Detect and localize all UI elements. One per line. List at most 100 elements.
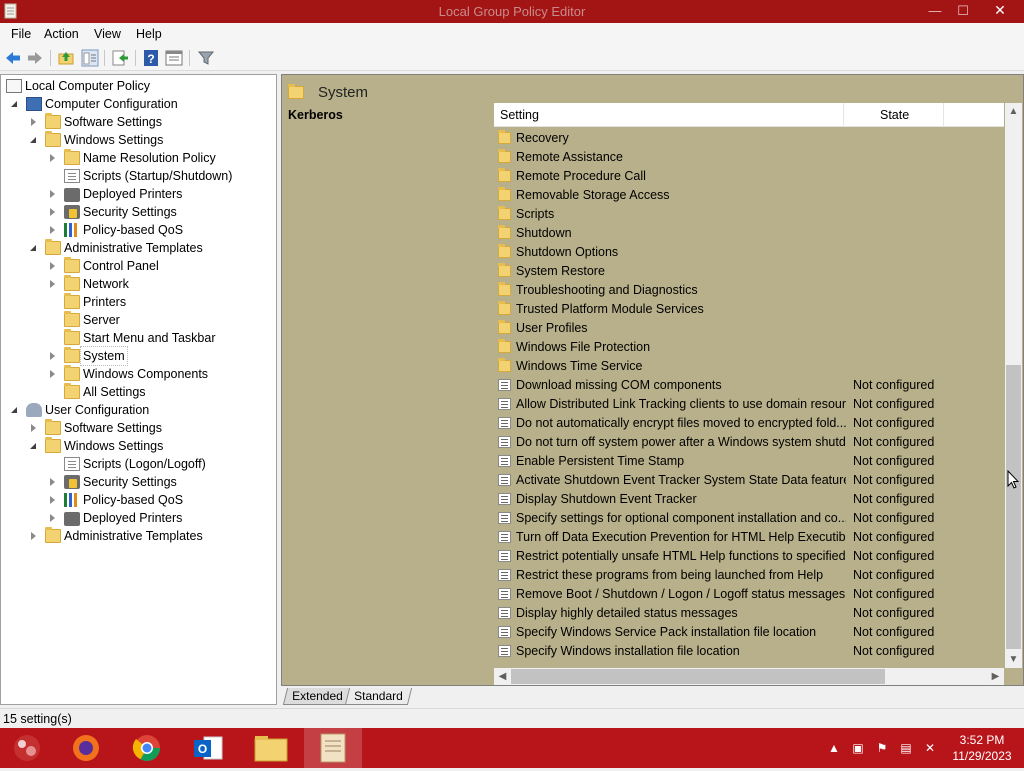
tree-node-user-administrative-templates[interactable]: Administrative Templates [29, 527, 203, 545]
menu-file[interactable]: File [11, 27, 31, 41]
tree-node-software-settings[interactable]: Software Settings [29, 113, 162, 131]
column-header-state[interactable]: State [880, 108, 909, 122]
tree-node-control-panel[interactable]: Control Panel [48, 257, 159, 275]
tray-device-icon[interactable]: ▤ [898, 740, 914, 756]
tree-node-user-policy-based-qos[interactable]: Policy-based QoS [48, 491, 183, 509]
collapsed-arrow-icon[interactable] [48, 369, 58, 379]
folder-row[interactable]: Windows Time Service [494, 357, 1004, 376]
scroll-left-arrow-icon[interactable]: ◀ [494, 668, 511, 685]
folder-row[interactable]: Shutdown Options [494, 243, 1004, 262]
up-folder-icon[interactable] [57, 49, 75, 67]
tree-node-user-deployed-printers[interactable]: Deployed Printers [48, 509, 182, 527]
tree-node-scripts-logon-logoff[interactable]: Scripts (Logon/Logoff) [48, 455, 206, 473]
tree-node-server[interactable]: Server [48, 311, 120, 329]
clock[interactable]: 3:52 PM 11/29/2023 [944, 732, 1020, 764]
collapsed-arrow-icon[interactable] [29, 531, 39, 541]
collapsed-arrow-icon[interactable] [48, 153, 58, 163]
horizontal-scroll-thumb[interactable] [511, 669, 885, 684]
chrome-icon[interactable] [118, 728, 176, 768]
vertical-scroll-thumb[interactable] [1006, 365, 1021, 649]
tree-node-deployed-printers[interactable]: Deployed Printers [48, 185, 182, 203]
expanded-arrow-icon[interactable] [29, 243, 39, 253]
collapsed-arrow-icon[interactable] [48, 261, 58, 271]
collapsed-arrow-icon[interactable] [48, 207, 58, 217]
setting-row[interactable]: Allow Distributed Link Tracking clients … [494, 395, 1004, 414]
firefox-icon[interactable] [58, 728, 116, 768]
properties-icon[interactable] [165, 49, 183, 67]
tree-node-printers[interactable]: Printers [48, 293, 126, 311]
tree-node-security-settings[interactable]: Security Settings [48, 203, 177, 221]
collapsed-arrow-icon[interactable] [48, 279, 58, 289]
folder-row[interactable]: Shutdown [494, 224, 1004, 243]
scroll-right-arrow-icon[interactable]: ▶ [987, 668, 1004, 685]
tree-node-windows-components[interactable]: Windows Components [48, 365, 208, 383]
tree-node-policy-based-qos[interactable]: Policy-based QoS [48, 221, 183, 239]
collapsed-arrow-icon[interactable] [29, 423, 39, 433]
setting-row[interactable]: Display highly detailed status messages N… [494, 604, 1004, 623]
folder-row[interactable]: System Restore [494, 262, 1004, 281]
tree-node-scripts-startup-shutdown[interactable]: Scripts (Startup/Shutdown) [48, 167, 232, 185]
folder-row[interactable]: Remote Assistance [494, 148, 1004, 167]
vertical-scrollbar[interactable]: ▲ ▼ [1005, 103, 1022, 668]
group-policy-editor-icon[interactable] [304, 728, 362, 768]
outlook-icon[interactable]: O [180, 728, 238, 768]
filter-icon[interactable] [197, 49, 215, 67]
column-divider[interactable] [943, 103, 944, 127]
close-button[interactable]: ✕ [976, 0, 1024, 21]
maximize-button[interactable]: ☐ [950, 0, 976, 21]
tree-node-local-computer-policy[interactable]: Local Computer Policy [6, 77, 150, 95]
tab-extended[interactable]: Extended [282, 688, 352, 705]
expanded-arrow-icon[interactable] [10, 405, 20, 415]
menu-help[interactable]: Help [136, 27, 162, 41]
show-hidden-icons-icon[interactable]: ▲ [826, 740, 842, 756]
expanded-arrow-icon[interactable] [10, 99, 20, 109]
column-header-setting[interactable]: Setting [500, 108, 539, 122]
setting-row[interactable]: Specify Windows installation file locati… [494, 642, 1004, 661]
folder-row[interactable]: Recovery [494, 129, 1004, 148]
tree-node-user-software-settings[interactable]: Software Settings [29, 419, 162, 437]
tree-node-user-configuration[interactable]: User Configuration [10, 401, 149, 419]
menu-view[interactable]: View [94, 27, 121, 41]
tree-node-administrative-templates[interactable]: Administrative Templates [29, 239, 203, 257]
setting-row[interactable]: Do not turn off system power after a Win… [494, 433, 1004, 452]
tree-node-network[interactable]: Network [48, 275, 129, 293]
tree-node-windows-settings[interactable]: Windows Settings [29, 131, 163, 149]
flag-icon[interactable]: ⚑ [874, 740, 890, 756]
minimize-button[interactable]: — [920, 0, 950, 21]
collapsed-arrow-icon[interactable] [48, 225, 58, 235]
export-list-icon[interactable] [111, 49, 129, 67]
forward-arrow-icon[interactable] [26, 49, 44, 67]
setting-row[interactable]: Turn off Data Execution Prevention for H… [494, 528, 1004, 547]
tree-node-start-menu-and-taskbar[interactable]: Start Menu and Taskbar [48, 329, 215, 347]
show-hide-tree-icon[interactable] [81, 49, 99, 67]
setting-row[interactable]: Remove Boot / Shutdown / Logon / Logoff … [494, 585, 1004, 604]
collapsed-arrow-icon[interactable] [48, 477, 58, 487]
setting-row[interactable]: Specify Windows Service Pack installatio… [494, 623, 1004, 642]
folder-row[interactable]: Scripts [494, 205, 1004, 224]
setting-row[interactable]: Specify settings for optional component … [494, 509, 1004, 528]
start-button-icon[interactable] [0, 728, 56, 768]
tree-node-computer-configuration[interactable]: Computer Configuration [10, 95, 178, 113]
collapsed-arrow-icon[interactable] [48, 495, 58, 505]
folder-row[interactable]: Trusted Platform Module Services [494, 300, 1004, 319]
setting-row[interactable]: Restrict these programs from being launc… [494, 566, 1004, 585]
menu-action[interactable]: Action [44, 27, 79, 41]
tree-node-system[interactable]: System [48, 346, 128, 366]
file-explorer-icon[interactable] [242, 728, 300, 768]
collapsed-arrow-icon[interactable] [48, 513, 58, 523]
setting-row[interactable]: Enable Persistent Time Stamp Not configur… [494, 452, 1004, 471]
scroll-down-arrow-icon[interactable]: ▼ [1005, 651, 1022, 668]
expanded-arrow-icon[interactable] [29, 441, 39, 451]
setting-row[interactable]: Download missing COM components Not confi… [494, 376, 1004, 395]
folder-row[interactable]: Windows File Protection [494, 338, 1004, 357]
column-divider[interactable] [843, 103, 844, 127]
tree-node-all-settings[interactable]: All Settings [48, 383, 146, 401]
folder-row[interactable]: Remote Procedure Call [494, 167, 1004, 186]
folder-row[interactable]: Removable Storage Access [494, 186, 1004, 205]
tab-standard[interactable]: Standard [344, 688, 412, 705]
volume-muted-icon[interactable]: ✕ [922, 740, 938, 756]
folder-row[interactable]: Troubleshooting and Diagnostics [494, 281, 1004, 300]
network-icon[interactable]: ▣ [850, 740, 866, 756]
tree-node-user-windows-settings[interactable]: Windows Settings [29, 437, 163, 455]
back-arrow-icon[interactable] [4, 49, 22, 67]
